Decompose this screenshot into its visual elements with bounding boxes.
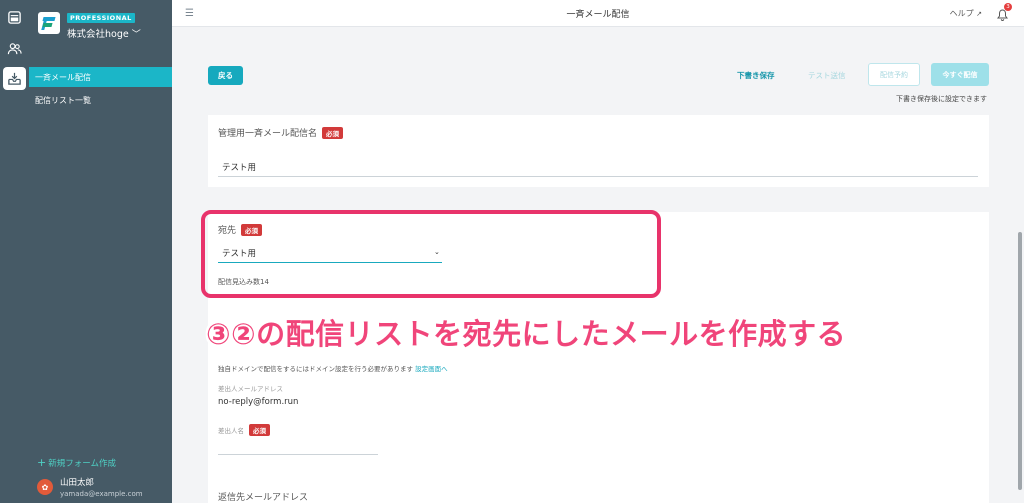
sidebar-item-bulk-mail[interactable]: 一斉メール配信	[29, 67, 172, 87]
admin-name-underline	[218, 176, 978, 177]
back-button[interactable]: 戻る	[208, 66, 243, 85]
schedule-button[interactable]: 配信予約	[868, 63, 920, 86]
reply-to-label: 返信先メールアドレス	[218, 493, 309, 503]
admin-name-card: 管理用一斉メール配信名 必須 テスト用	[208, 115, 989, 187]
notification-button[interactable]: 3	[997, 3, 1012, 25]
domain-note: 独自ドメインで配信をするにはドメイン設定を行う必要があります	[218, 365, 413, 373]
user-name: 山田太郎	[60, 478, 95, 488]
annotation-text: ③②の配信リストを宛先にしたメールを作成する	[206, 317, 847, 351]
draft-note: 下書き保存後に設定できます	[896, 95, 987, 103]
admin-name-input[interactable]: テスト用	[222, 161, 256, 173]
send-now-button[interactable]: 今すぐ配信	[931, 63, 989, 86]
plus-icon: +	[37, 456, 47, 469]
sender-name-label: 差出人名	[218, 427, 244, 435]
admin-name-label: 管理用一斉メール配信名	[218, 129, 318, 139]
app-logo	[38, 11, 60, 34]
brand: PROFESSIONAL 株式会社hoge ﹀	[38, 5, 141, 40]
domain-note-row: 独自ドメインで配信をするにはドメイン設定を行う必要があります 設定画面へ	[218, 363, 448, 373]
inbox-icon[interactable]	[3, 67, 26, 90]
icon-rail	[0, 0, 29, 503]
users-icon[interactable]	[3, 37, 26, 60]
company-name: 株式会社hoge	[67, 29, 129, 40]
chevron-down-icon: ﹀	[131, 29, 141, 40]
sender-name-input[interactable]	[218, 454, 378, 455]
user-email: yamada@example.com	[60, 490, 143, 498]
domain-settings-link[interactable]: 設定画面へ	[415, 365, 448, 373]
external-link-icon: ↗	[976, 10, 982, 18]
notification-badge: 3	[1004, 3, 1012, 11]
sidebar-item-label: 一斉メール配信	[35, 72, 91, 82]
scrollbar[interactable]	[1018, 232, 1022, 490]
help-label: ヘルプ	[949, 9, 974, 18]
required-badge: 必須	[322, 126, 344, 139]
page-title: 一斉メール配信	[566, 10, 630, 20]
sender-address-value: no-reply@form.run	[218, 397, 299, 407]
new-form-button[interactable]: + 新規フォーム作成	[37, 456, 116, 469]
avatar: ✿	[37, 479, 53, 495]
highlight-box	[201, 210, 661, 298]
sender-name-label-row: 差出人名 必須	[218, 424, 270, 436]
help-link[interactable]: ヘルプ ↗	[950, 8, 982, 19]
top-header: ☰ 一斉メール配信 ヘルプ ↗ 3	[172, 0, 1024, 27]
sidebar: PROFESSIONAL 株式会社hoge ﹀ 一斉メール配信 配信リスト一覧 …	[29, 0, 172, 503]
user-menu[interactable]: ✿ 山田太郎 yamada@example.com	[37, 476, 143, 498]
forms-icon[interactable]	[3, 6, 26, 29]
plan-badge: PROFESSIONAL	[67, 13, 135, 23]
sender-address-label: 差出人メールアドレス	[218, 385, 283, 393]
sidebar-item-distribution-list[interactable]: 配信リスト一覧	[29, 90, 172, 110]
required-badge: 必須	[249, 424, 270, 436]
test-send-button[interactable]: テスト送信	[808, 70, 846, 81]
save-draft-button[interactable]: 下書き保存	[737, 70, 775, 81]
company-switcher[interactable]: 株式会社hoge ﹀	[67, 26, 141, 40]
new-form-label: 新規フォーム作成	[48, 458, 116, 469]
sidebar-item-label: 配信リスト一覧	[35, 95, 91, 105]
admin-name-label-row: 管理用一斉メール配信名 必須	[218, 126, 344, 139]
